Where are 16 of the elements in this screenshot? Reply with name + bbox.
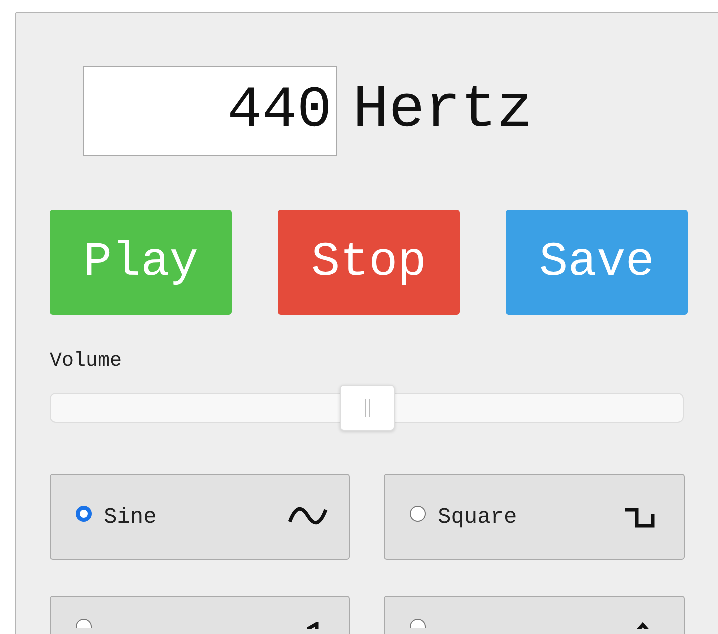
volume-slider[interactable]: [50, 385, 684, 431]
radio-button[interactable]: [410, 506, 426, 522]
triangle-wave-icon: [635, 622, 651, 629]
radio-button[interactable]: [410, 619, 426, 628]
waveform-label: Square: [438, 504, 518, 530]
stop-button[interactable]: Stop: [278, 210, 460, 315]
frequency-field[interactable]: 440: [83, 66, 337, 156]
waveform-label: Sine: [104, 504, 158, 530]
volume-label: Volume: [50, 350, 124, 373]
unit-label: Hertz: [353, 77, 534, 145]
radio-button[interactable]: [76, 619, 92, 628]
sawtooth-wave-icon: [307, 622, 321, 629]
radio-button[interactable]: [76, 506, 92, 522]
slider-thumb[interactable]: [340, 385, 395, 431]
waveform-option[interactable]: Square: [384, 474, 685, 560]
waveform-option[interactable]: Sine: [50, 474, 350, 560]
